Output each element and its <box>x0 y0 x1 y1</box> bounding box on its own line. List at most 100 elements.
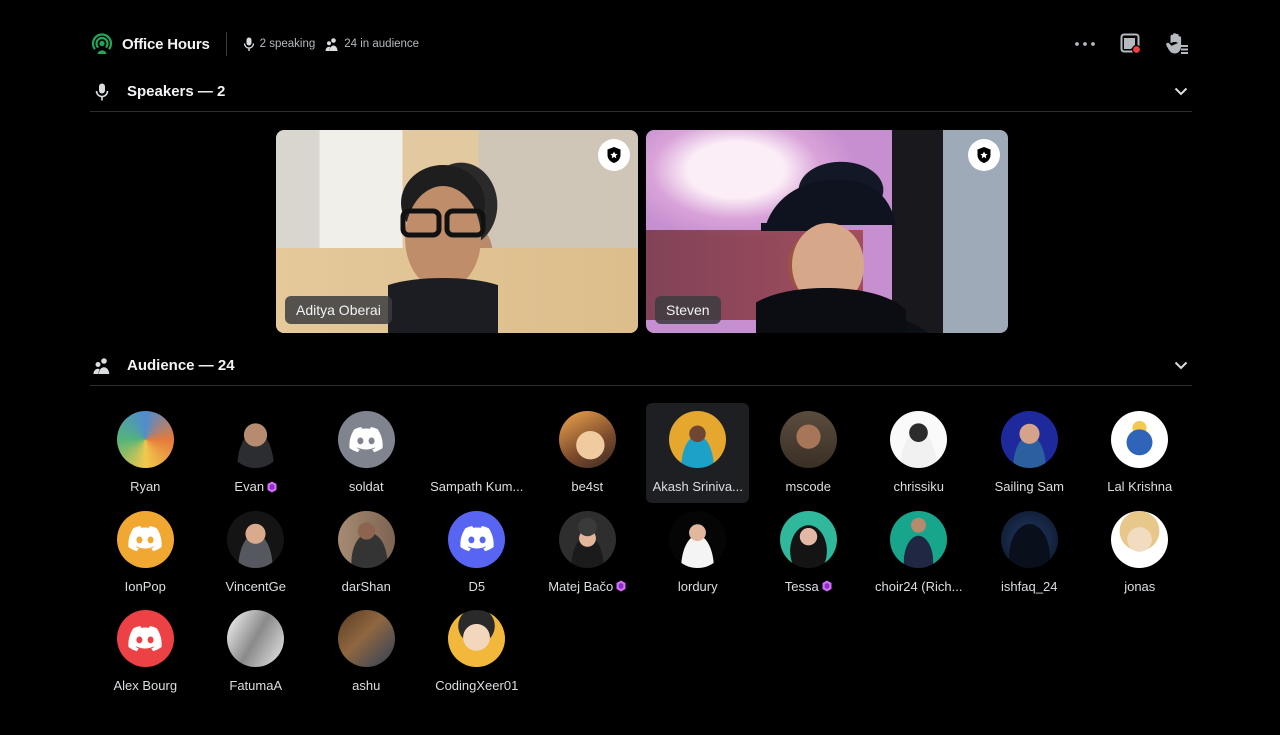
discord-logo-icon <box>128 625 162 651</box>
audience-section-header[interactable]: Audience — 24 <box>90 346 1192 386</box>
audience-member[interactable]: Tessa <box>753 503 864 603</box>
avatar <box>337 411 395 468</box>
member-name: FatumaA <box>229 678 282 693</box>
moderator-shield-icon <box>977 147 991 163</box>
member-name: Tessa <box>785 579 832 594</box>
speaker-video <box>736 175 916 333</box>
member-name-label: darShan <box>341 578 391 594</box>
microphone-icon <box>243 37 254 51</box>
moderator-badge <box>598 139 630 171</box>
member-name: Sampath Kum... <box>430 479 523 494</box>
audience-count: 24 in audience <box>325 37 420 51</box>
member-name-label: chrissiku <box>893 479 945 494</box>
screen-share-button[interactable] <box>1118 31 1144 57</box>
avatar <box>558 510 616 568</box>
nitro-boost-icon <box>616 580 626 592</box>
avatar <box>669 411 727 468</box>
audience-member[interactable]: jonas <box>1085 503 1196 603</box>
avatar <box>1111 411 1169 468</box>
speaker-tile[interactable]: Aditya Oberai <box>276 130 638 333</box>
audience-member[interactable]: be4st <box>532 403 643 503</box>
nitro-boost-icon <box>822 580 832 592</box>
member-name: darShan <box>342 579 391 594</box>
screen-share-icon <box>1120 33 1142 55</box>
member-name: lordury <box>678 579 718 594</box>
raise-hand-icon <box>1166 33 1188 54</box>
more-options-icon <box>1075 42 1095 46</box>
avatar <box>337 610 395 667</box>
speaking-count-label: 2 speaking <box>259 38 316 50</box>
header-divider <box>225 32 227 56</box>
audience-member[interactable]: CodingXeer01 <box>422 602 533 702</box>
audience-member[interactable]: Ryan <box>90 403 201 503</box>
collapse-speakers-button[interactable] <box>1174 87 1188 96</box>
stage-header: Office Hours 2 speaking 24 in audience <box>90 28 1190 60</box>
avatar <box>448 510 506 568</box>
audience-member[interactable]: D5 <box>422 503 533 603</box>
member-name-label: Sailing Sam <box>994 479 1064 494</box>
chevron-down-icon <box>1174 87 1188 96</box>
audience-member[interactable]: chrissiku <box>864 403 975 503</box>
member-name: Ryan <box>130 479 160 494</box>
member-name: D5 <box>468 579 485 594</box>
avatar <box>116 610 174 667</box>
audience-member[interactable]: Matej Bačo <box>532 503 643 603</box>
audience-member[interactable]: lordury <box>643 503 754 603</box>
member-name: ashu <box>352 678 380 693</box>
audience-member[interactable]: Sampath Kum... <box>422 403 533 503</box>
member-name: ishfaq_24 <box>1001 579 1057 594</box>
audience-member[interactable]: choir24 (Rich... <box>864 503 975 603</box>
audience-member[interactable]: darShan <box>311 503 422 603</box>
audience-member[interactable]: FatumaA <box>201 602 312 702</box>
avatar <box>227 411 285 468</box>
member-name: chrissiku <box>893 479 944 494</box>
audience-icon <box>92 357 112 374</box>
audience-icon <box>325 37 338 51</box>
member-name-label: soldat <box>348 479 384 494</box>
audience-member[interactable]: mscode <box>753 403 864 503</box>
avatar <box>1111 510 1169 568</box>
avatar <box>558 411 616 468</box>
avatar <box>779 411 837 468</box>
member-name-label: be4st <box>571 479 604 494</box>
audience-count-label: 24 in audience <box>344 38 420 50</box>
member-name: IonPop <box>125 579 166 594</box>
raise-hand-button[interactable] <box>1164 31 1190 57</box>
audience-member[interactable]: ishfaq_24 <box>974 503 1085 603</box>
member-name: VincentGe <box>226 579 286 594</box>
member-name: Matej Bačo <box>548 579 626 594</box>
discord-logo-icon <box>128 526 162 552</box>
audience-member[interactable]: ashu <box>311 602 422 702</box>
audience-member[interactable]: Evan <box>201 403 312 503</box>
audience-member[interactable]: soldat <box>311 403 422 503</box>
audience-member[interactable]: IonPop <box>90 503 201 603</box>
member-name-label: VincentGe <box>225 578 286 594</box>
more-options-button[interactable] <box>1072 31 1098 57</box>
header-actions <box>1072 31 1190 57</box>
discord-logo-icon <box>349 426 383 452</box>
audience-member[interactable]: Akash Sriniva... <box>646 403 750 503</box>
speakers-section-header[interactable]: Speakers — 2 <box>90 72 1192 112</box>
avatar <box>116 411 174 468</box>
audience-member[interactable]: Sailing Sam <box>974 403 1085 503</box>
member-name: Lal Krishna <box>1107 479 1172 494</box>
speaker-tiles: Aditya Oberai Steven <box>276 130 1008 333</box>
member-name-label: mscode <box>785 479 832 494</box>
member-name-label: Matej Bačo <box>548 578 614 594</box>
member-name-label: jonas <box>1124 578 1156 594</box>
speaker-name: Steven <box>655 296 721 324</box>
avatar <box>890 510 948 568</box>
nitro-boost-icon <box>267 481 277 492</box>
stage-icon <box>90 32 114 56</box>
speaker-video <box>348 148 538 333</box>
audience-member[interactable]: VincentGe <box>201 503 312 603</box>
member-name-label: ashu <box>352 678 381 693</box>
member-name: CodingXeer01 <box>435 678 518 693</box>
audience-member[interactable]: Lal Krishna <box>1085 403 1196 503</box>
member-name-label: Sampath Kum... <box>430 479 524 494</box>
member-name: Alex Bourg <box>113 678 177 693</box>
audience-member[interactable]: Alex Bourg <box>90 602 201 702</box>
moderator-badge <box>968 139 1000 171</box>
speaker-tile[interactable]: Steven <box>646 130 1008 333</box>
collapse-audience-button[interactable] <box>1174 361 1188 370</box>
